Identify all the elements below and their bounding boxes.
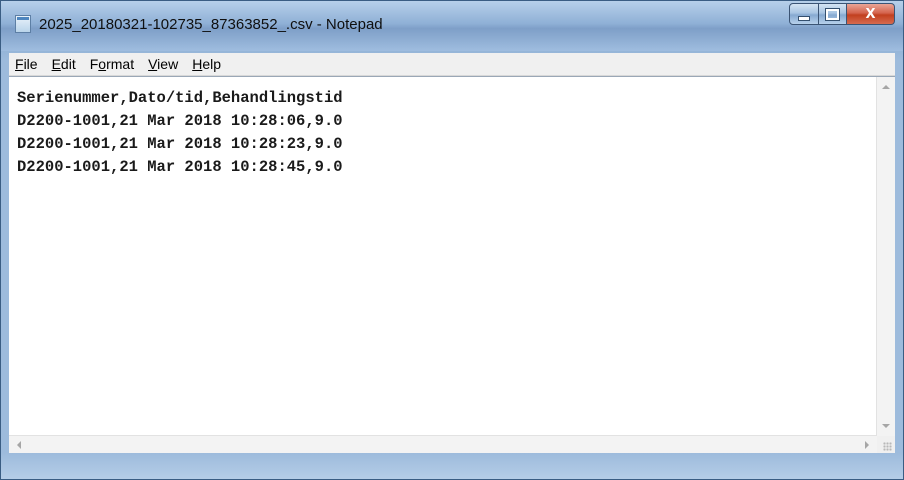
menu-file-rest: ile [23, 56, 38, 72]
document-text[interactable]: Serienummer,Dato/tid,Behandlingstid D220… [17, 87, 873, 434]
minimize-icon [798, 15, 810, 21]
menu-view-rest: iew [157, 56, 179, 72]
close-button[interactable]: X [847, 3, 895, 25]
window-bottom-frame [1, 453, 903, 479]
horizontal-scrollbar[interactable] [9, 435, 877, 454]
notepad-icon[interactable] [15, 15, 31, 33]
menu-view-accel: V [148, 56, 158, 72]
document-line: D2200-1001,21 Mar 2018 10:28:45,9.0 [17, 158, 343, 176]
window-title: 2025_20180321-102735_87363852_.csv - Not… [39, 15, 383, 33]
caption-buttons: X [789, 3, 895, 25]
menu-help-accel: H [192, 56, 203, 72]
menu-help[interactable]: Help [186, 56, 227, 72]
menu-format[interactable]: Format [84, 56, 140, 72]
menu-file-accel: F [15, 56, 24, 72]
scroll-left-icon[interactable] [17, 441, 21, 449]
document-line: Serienummer,Dato/tid,Behandlingstid [17, 89, 343, 107]
resize-corner[interactable] [877, 436, 895, 454]
scroll-down-icon[interactable] [882, 424, 890, 428]
title-group: 2025_20180321-102735_87363852_.csv - Not… [15, 15, 383, 33]
menu-edit-accel: E [51, 56, 61, 72]
document-line: D2200-1001,21 Mar 2018 10:28:23,9.0 [17, 135, 343, 153]
vertical-scrollbar[interactable] [876, 77, 895, 436]
menu-format-rest: rmat [106, 56, 135, 72]
menu-edit-rest: dit [60, 56, 76, 72]
notepad-window: 2025_20180321-102735_87363852_.csv - Not… [0, 0, 904, 480]
maximize-icon [825, 7, 840, 21]
menu-file[interactable]: File [9, 56, 44, 72]
scroll-right-icon[interactable] [865, 441, 869, 449]
minimize-button[interactable] [789, 3, 819, 25]
menu-view[interactable]: View [142, 56, 184, 72]
resize-grip-icon[interactable] [883, 442, 892, 451]
document-line: D2200-1001,21 Mar 2018 10:28:06,9.0 [17, 112, 343, 130]
menu-format-accel: o [98, 56, 107, 72]
menu-help-rest: elp [202, 56, 221, 72]
scroll-up-icon[interactable] [882, 85, 890, 89]
close-icon: X [865, 6, 876, 22]
title-bar[interactable]: 2025_20180321-102735_87363852_.csv - Not… [1, 1, 903, 51]
menu-edit[interactable]: Edit [46, 56, 82, 72]
maximize-button[interactable] [819, 3, 847, 25]
text-editor[interactable]: Serienummer,Dato/tid,Behandlingstid D220… [9, 76, 895, 454]
menu-bar: File Edit Format View Help [9, 53, 895, 76]
menu-format-pre: F [89, 56, 99, 72]
